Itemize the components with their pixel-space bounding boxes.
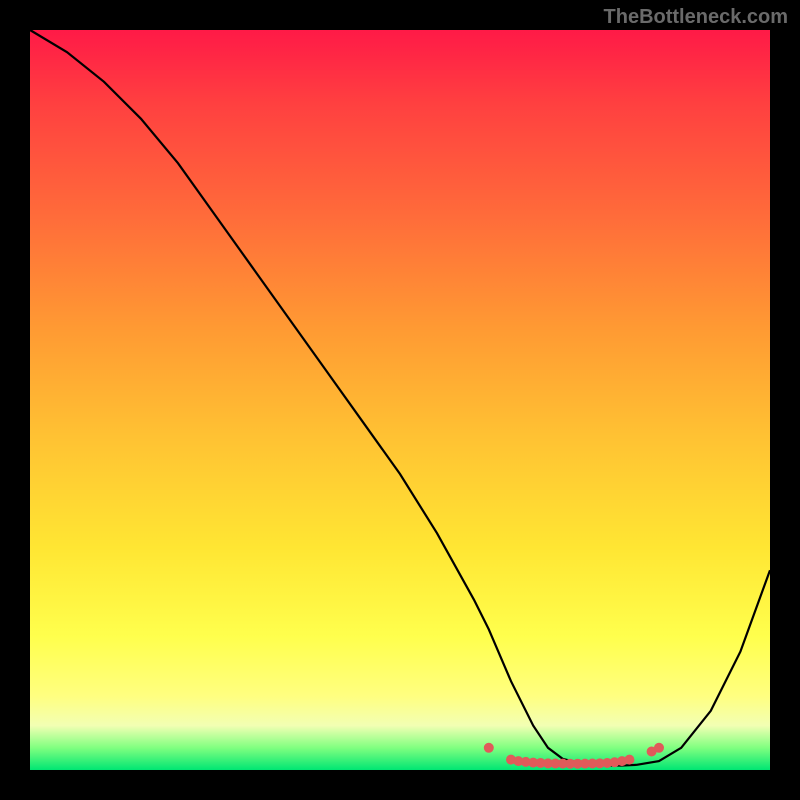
watermark-label: TheBottleneck.com xyxy=(604,6,788,29)
marker-dot xyxy=(484,743,494,753)
chart-svg xyxy=(30,30,770,770)
marker-dot xyxy=(654,743,664,753)
bottleneck-curve xyxy=(30,30,770,766)
plot-area xyxy=(30,30,770,770)
marker-dot xyxy=(624,755,634,765)
chart-container: TheBottleneck.com xyxy=(0,0,800,800)
